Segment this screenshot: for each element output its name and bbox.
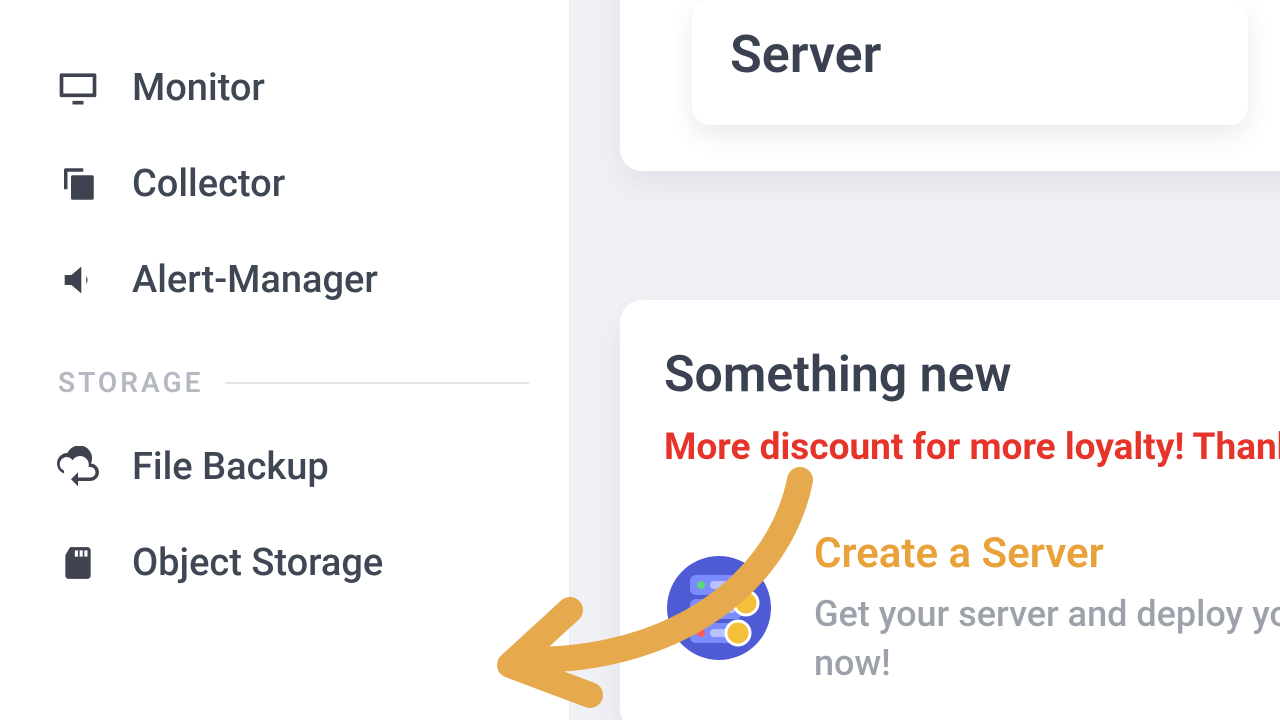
sidebar-item-alert-manager[interactable]: Alert-Manager <box>0 232 569 328</box>
sidebar-item-monitor[interactable]: Monitor <box>0 40 569 136</box>
news-card-wrap: Something new More discount for more loy… <box>620 300 1280 720</box>
news-heading: Something new <box>664 346 1276 404</box>
sidebar-section-label: STORAGE <box>58 366 203 399</box>
backup-icon <box>54 443 102 491</box>
sidebar-item-label: Monitor <box>132 66 265 110</box>
main-content: Server Something new More discount for m… <box>570 0 1280 720</box>
divider-line <box>225 382 529 384</box>
speaker-icon <box>54 256 102 304</box>
sidebar-section-storage: STORAGE <box>0 328 569 419</box>
copy-stack-icon <box>54 160 102 208</box>
create-server-sub-1: Get your server and deploy yo <box>814 590 1280 639</box>
news-discount-text: More discount for more loyalty! Thank yo <box>664 426 1276 469</box>
server-card-outer: Server <box>620 0 1280 171</box>
nav-list: Monitor Collector Alert-Manager STORAGE … <box>0 0 569 611</box>
server-card[interactable]: Server <box>692 0 1248 125</box>
sidebar-item-label: File Backup <box>132 445 329 489</box>
sidebar-item-object-storage[interactable]: Object Storage <box>0 515 569 611</box>
news-card: Something new More discount for more loy… <box>620 300 1280 720</box>
server-illustration-icon <box>664 553 774 663</box>
monitor-icon <box>54 64 102 112</box>
sidebar-item-label: Object Storage <box>132 541 383 585</box>
sidebar-item-file-backup[interactable]: File Backup <box>0 419 569 515</box>
sidebar-item-label: Alert-Manager <box>132 258 378 302</box>
sd-card-icon <box>54 539 102 587</box>
server-card-title: Server <box>730 24 1210 85</box>
create-server-sub-2: now! <box>814 639 1280 688</box>
sidebar-item-collector[interactable]: Collector <box>0 136 569 232</box>
create-server-row[interactable]: Create a Server Get your server and depl… <box>664 529 1276 687</box>
create-server-title: Create a Server <box>814 529 1280 578</box>
sidebar-item-label: Collector <box>132 162 285 206</box>
create-server-text: Create a Server Get your server and depl… <box>814 529 1280 687</box>
sidebar: Monitor Collector Alert-Manager STORAGE … <box>0 0 570 720</box>
